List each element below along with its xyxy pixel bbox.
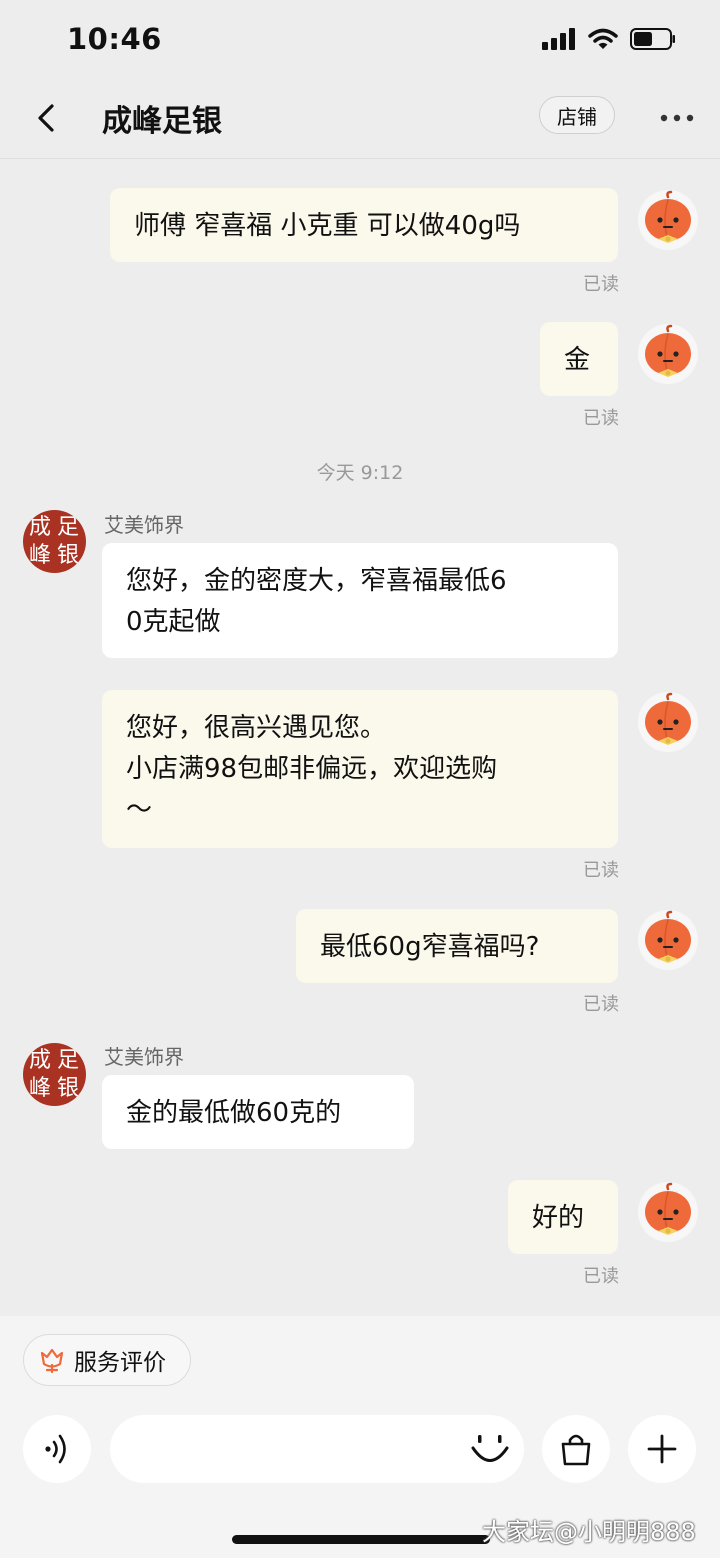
shop-avatar[interactable]: 成 足 峰 银 (23, 510, 86, 573)
my-avatar[interactable] (638, 692, 698, 752)
message-line: 您好，金的密度大，窄喜福最低6 (126, 566, 507, 596)
signal-icon (542, 28, 575, 50)
status-icons (542, 28, 676, 50)
service-rating-label: 服务评价 (74, 1350, 166, 1376)
message-line: 您好，很高兴遇见您。 (126, 713, 387, 743)
message-bubble-received[interactable]: 您好，金的密度大，窄喜福最低6 0克起做 (102, 543, 618, 658)
my-avatar[interactable] (638, 324, 698, 384)
chat-timestamp: 今天 9:12 (316, 462, 404, 484)
pumpkin-avatar-icon (643, 190, 693, 245)
message-bubble-sent[interactable]: 您好，很高兴遇见您。 小店满98包邮非偏远，欢迎选购 ～ (102, 690, 618, 848)
more-button[interactable] (656, 102, 698, 134)
shop-avatar-char: 成 (29, 515, 52, 540)
message-bubble-sent[interactable]: 最低60g窄喜福吗? (296, 909, 618, 983)
plus-icon (647, 1434, 677, 1464)
voice-button[interactable] (23, 1415, 91, 1483)
shop-avatar[interactable]: 成 足 峰 银 (23, 1043, 86, 1106)
wifi-icon (588, 28, 618, 49)
pumpkin-avatar-icon (643, 910, 693, 965)
home-indicator[interactable] (232, 1535, 490, 1544)
message-input[interactable] (110, 1415, 524, 1483)
message-line: 好的 (532, 1203, 585, 1233)
chevron-left-icon (38, 104, 54, 132)
read-status: 已读 (583, 1266, 619, 1287)
chat-header: 成峰足银 店铺 (0, 80, 720, 159)
read-status: 已读 (583, 408, 619, 429)
back-button[interactable] (26, 94, 66, 142)
sender-name: 艾美饰界 (104, 1045, 184, 1069)
message-line: 0克起做 (126, 607, 221, 637)
battery-icon (630, 28, 675, 50)
shop-avatar-char: 峰 (29, 543, 52, 568)
message-bubble-sent[interactable]: 金 (540, 322, 618, 396)
shop-avatar-char: 足 (57, 1048, 80, 1073)
watermark: 大家坛@小明明888 (482, 1518, 696, 1546)
message-line: 金 (564, 345, 591, 375)
shop-avatar-char: 成 (29, 1048, 52, 1073)
shop-avatar-char: 银 (57, 1076, 80, 1101)
read-status: 已读 (583, 994, 619, 1015)
read-status: 已读 (583, 274, 619, 295)
shop-avatar-char: 足 (57, 515, 80, 540)
shop-avatar-char: 峰 (29, 1076, 52, 1101)
chat-title: 成峰足银 (102, 104, 222, 139)
emoji-button[interactable] (467, 1423, 513, 1475)
my-avatar[interactable] (638, 190, 698, 250)
more-dots-icon (660, 114, 694, 122)
shop-avatar-char: 银 (57, 543, 80, 568)
message-line: 小店满98包邮非偏远，欢迎选购 (126, 754, 498, 784)
message-line: 最低60g窄喜福吗? (320, 932, 540, 962)
sender-name: 艾美饰界 (104, 513, 184, 537)
message-bubble-sent[interactable]: 师傅 窄喜福 小克重 可以做40g吗 (110, 188, 618, 262)
message-bubble-sent[interactable]: 好的 (508, 1180, 618, 1254)
shopping-bag-button[interactable] (542, 1415, 610, 1483)
my-avatar[interactable] (638, 1182, 698, 1242)
shop-button[interactable]: 店铺 (539, 96, 615, 134)
read-status: 已读 (583, 860, 619, 881)
status-bar: 10:46 (0, 0, 720, 80)
message-line: ～ (126, 795, 153, 825)
status-time: 10:46 (67, 22, 162, 56)
message-line: 金的最低做60克的 (126, 1098, 342, 1128)
service-rating-button[interactable]: 服务评价 (23, 1334, 191, 1386)
flower-icon (40, 1348, 64, 1374)
message-line: 师傅 窄喜福 小克重 可以做40g吗 (134, 211, 521, 241)
smile-icon (471, 1435, 509, 1462)
plus-button[interactable] (628, 1415, 696, 1483)
message-bubble-received[interactable]: 金的最低做60克的 (102, 1075, 414, 1149)
voice-icon (45, 1434, 66, 1464)
pumpkin-avatar-icon (643, 1182, 693, 1237)
pumpkin-avatar-icon (643, 324, 693, 379)
shopping-bag-icon (561, 1434, 591, 1466)
my-avatar[interactable] (638, 910, 698, 970)
pumpkin-avatar-icon (643, 692, 693, 747)
